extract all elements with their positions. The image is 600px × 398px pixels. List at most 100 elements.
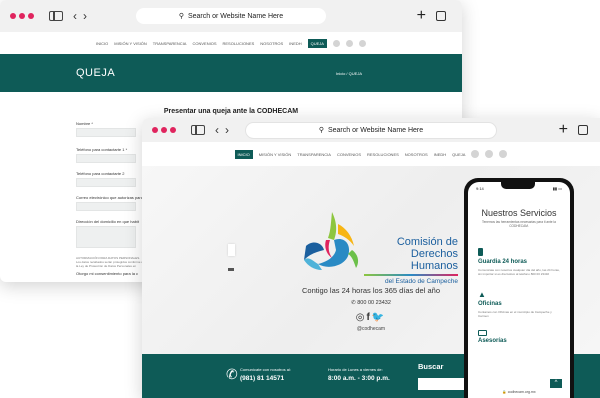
nav-item-mision[interactable]: MISIÓN Y VISIÓN [259, 152, 292, 157]
mobile-phone-icon [478, 248, 483, 256]
phone-screen: 9:14 ▮▮ ▭ Nuestros Servicios Tenemos las… [468, 182, 570, 398]
nav-item-convenios[interactable]: CONVENIOS [192, 41, 216, 46]
breadcrumb: Inicio / QUEJA [335, 70, 362, 76]
logo-graphic [304, 212, 359, 270]
tabs-overview-icon[interactable] [436, 11, 446, 21]
correo-input[interactable] [76, 202, 136, 211]
nav-item-transparencia[interactable]: TRANSPARENCIA [153, 41, 187, 46]
nav-item-convenios[interactable]: CONVENIOS [337, 152, 361, 157]
new-tab-icon[interactable]: + [559, 121, 568, 139]
url-text: Search or Website Name Here [187, 12, 284, 20]
carousel-prev-button[interactable] [228, 244, 235, 256]
facebook-icon[interactable] [332, 39, 340, 47]
phone-time: 9:14 [476, 185, 484, 191]
back-arrow-icon[interactable]: ‹ [215, 123, 219, 137]
signal-battery-icon: ▮▮ ▭ [552, 185, 562, 191]
instagram-icon[interactable] [358, 39, 366, 47]
footer-search-input[interactable] [418, 378, 466, 390]
nombre-input[interactable] [76, 128, 136, 137]
nav-item-resoluciones[interactable]: RESOLUCIONES [367, 152, 399, 157]
sidebar-toggle-icon[interactable] [191, 125, 205, 135]
phone-url: codhecam.org.mx [507, 390, 536, 394]
twitter-icon[interactable] [345, 39, 353, 47]
nav-item-resoluciones[interactable]: RESOLUCIONES [223, 41, 255, 46]
window-close-dot[interactable] [152, 127, 158, 133]
back-url-bar[interactable]: ⚲ Search or Website Name Here [136, 8, 326, 24]
new-tab-icon[interactable]: + [417, 7, 426, 25]
service-card-guardia[interactable]: Guardia 24 horas Comunícate con nosotros… [468, 248, 570, 276]
footer-phone: (981) 81 14571 [240, 375, 285, 382]
facebook-icon[interactable] [471, 150, 480, 158]
codhecam-logo [298, 210, 368, 274]
direccion-textarea[interactable] [76, 226, 136, 248]
phone-url-bar[interactable]: 🔒 codhecam.org.mx [478, 390, 560, 397]
forward-arrow-icon[interactable]: › [225, 123, 229, 137]
service-title: Asesorías [478, 338, 507, 344]
window-minimize-dot[interactable] [161, 127, 167, 133]
search-icon: ⚲ [178, 13, 184, 20]
laptop-icon [478, 330, 487, 336]
services-subtitle: Tenemos las herramientas necesarias para… [482, 220, 556, 228]
twitter-icon[interactable]: 🐦 [372, 312, 386, 323]
back-browser-toolbar: ‹ › ⚲ Search or Website Name Here + [0, 0, 462, 32]
back-site-nav: INICIO MISIÓN Y VISIÓN TRANSPARENCIA CON… [0, 32, 462, 54]
scroll-top-button[interactable]: ^ [550, 379, 562, 388]
tabs-overview-icon[interactable] [578, 125, 588, 135]
nav-item-inicio[interactable]: INICIO [234, 149, 253, 159]
twitter-icon[interactable] [485, 150, 494, 158]
footer-search-label: Buscar [418, 362, 444, 371]
logo-divider [364, 274, 458, 276]
back-arrow-icon[interactable]: ‹ [73, 9, 77, 23]
nav-item-inedh[interactable]: INEDH [289, 41, 301, 46]
search-icon: ⚲ [318, 127, 324, 134]
form-title: Presentar una queja ante la CODHECAM [163, 108, 299, 115]
forward-arrow-icon[interactable]: › [83, 9, 87, 23]
service-title: Oficinas [478, 301, 502, 307]
footer-hours: 8:00 a.m. - 3:00 p.m. [328, 375, 390, 382]
nav-item-inicio[interactable]: INICIO [96, 41, 108, 46]
logo-line-2: Derechos Humanos [410, 248, 458, 272]
service-title: Guardia 24 horas [478, 259, 528, 265]
front-url-bar[interactable]: ⚲ Search or Website Name Here [246, 122, 496, 138]
nav-item-transparencia[interactable]: TRANSPARENCIA [297, 152, 331, 157]
service-text: Comunícate con nosotros cualquier día de… [478, 268, 560, 276]
logo-line-1: Comisión de [396, 236, 458, 248]
sidebar-toggle-icon[interactable] [49, 11, 63, 21]
footer-contact-label: Comunícate con nosotros al: [240, 367, 291, 372]
logo-text: Comisión de Derechos Humanos del Estado … [364, 236, 458, 285]
phone-icon: ✆ [351, 300, 356, 306]
phone-mockup: 9:14 ▮▮ ▭ Nuestros Servicios Tenemos las… [464, 178, 574, 398]
front-site-nav: INICIO MISIÓN Y VISIÓN TRANSPARENCIA CON… [142, 142, 600, 166]
nav-item-inedh[interactable]: INEDH [434, 152, 446, 157]
nav-item-nosotros[interactable]: NOSOTROS [405, 152, 428, 157]
phone-status-bar: 9:14 ▮▮ ▭ [468, 182, 570, 194]
services-title: Nuestros Servicios [481, 208, 557, 218]
window-maximize-dot[interactable] [170, 127, 176, 133]
carousel-indicator[interactable] [228, 268, 234, 271]
instagram-icon[interactable] [499, 150, 508, 158]
service-card-asesorias[interactable]: Asesorías [468, 330, 570, 344]
page-title: QUEJA [76, 67, 116, 79]
nav-item-mision[interactable]: MISIÓN Y VISIÓN [114, 41, 147, 46]
footer-hours-label: Horario de Lunes a viernes de: [328, 367, 383, 372]
bell-icon: ▲ [478, 290, 486, 299]
front-browser-toolbar: ‹ › ⚲ Search or Website Name Here + [142, 118, 600, 142]
window-close-dot[interactable] [10, 13, 16, 19]
phone-notch [501, 182, 536, 189]
hotline-number: 800 00 23432 [357, 300, 391, 306]
nav-item-queja[interactable]: QUEJA [452, 152, 465, 157]
url-text: Search or Website Name Here [327, 126, 424, 134]
nav-item-queja[interactable]: QUEJA [307, 38, 327, 48]
legal-text: AUTORIZACIÓN PARA DATOS PERSONALES. Los … [76, 256, 143, 268]
lock-icon: 🔒 [502, 390, 507, 394]
instagram-icon[interactable]: ◎ [356, 312, 367, 323]
service-card-oficinas[interactable]: ▲ Oficinas Contamos con Oficinas en el m… [468, 290, 570, 318]
telefono-1-input[interactable] [76, 154, 136, 163]
logo-line-3: del Estado de Campeche [385, 278, 458, 285]
telefono-2-input[interactable] [76, 178, 136, 187]
window-minimize-dot[interactable] [19, 13, 25, 19]
service-text: Contamos con Oficinas en el municipio de… [478, 310, 552, 318]
nav-item-nosotros[interactable]: NOSOTROS [260, 41, 283, 46]
window-maximize-dot[interactable] [28, 13, 34, 19]
phone-handset-icon: ✆ [226, 366, 238, 382]
